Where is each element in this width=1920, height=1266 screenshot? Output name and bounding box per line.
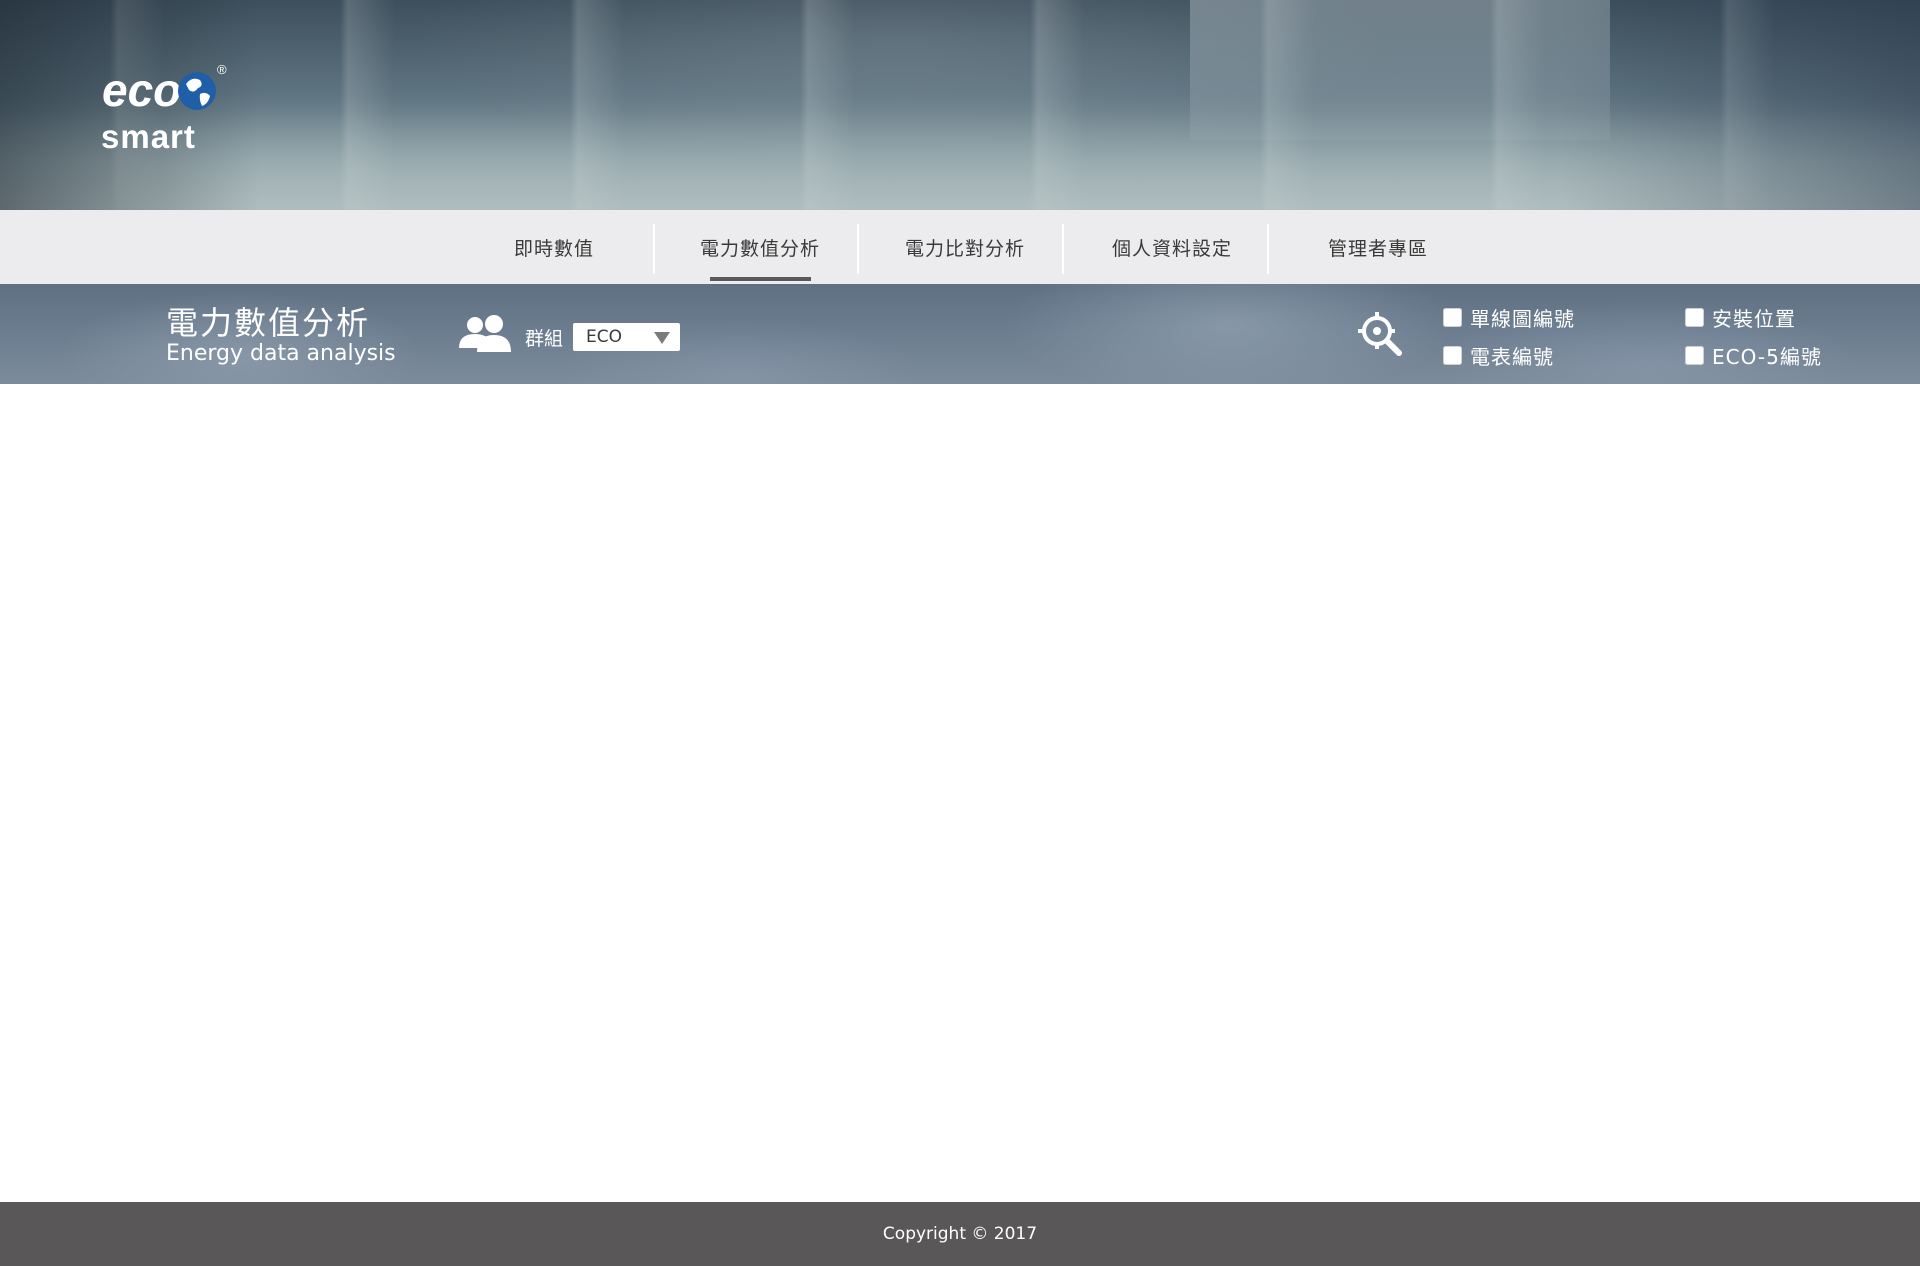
checkbox-box[interactable] — [1443, 308, 1462, 327]
checkbox-eco5-number[interactable]: ECO-5編號 — [1685, 341, 1822, 370]
nav-separator — [1267, 224, 1269, 274]
nav-item-label: 個人資料設定 — [1111, 237, 1232, 260]
checkbox-box[interactable] — [1685, 308, 1704, 327]
checkbox-label: 單線圖編號 — [1470, 307, 1575, 331]
nav-separator — [1062, 224, 1064, 274]
group-select-value: ECO — [586, 327, 622, 347]
nav-item-admin-area[interactable]: 管理者專區 — [1276, 210, 1480, 284]
eco-smart-logo[interactable]: eco ® smart — [100, 62, 230, 152]
svg-text:®: ® — [217, 62, 227, 77]
nav-item-realtime-values[interactable]: 即時數值 — [452, 210, 656, 284]
group-label: 群組 — [525, 328, 564, 350]
nav-item-profile-settings[interactable]: 個人資料設定 — [1070, 210, 1274, 284]
checkbox-meter-number[interactable]: 電表編號 — [1443, 341, 1554, 370]
checkbox-install-location[interactable]: 安裝位置 — [1685, 303, 1796, 332]
page-subtitle: Energy data analysis — [166, 341, 396, 366]
checkbox-box[interactable] — [1685, 346, 1704, 365]
page-title: 電力數值分析 — [166, 304, 371, 342]
copyright-text: Copyright © 2017 — [882, 1224, 1038, 1244]
nav-item-label: 電力數值分析 — [699, 237, 820, 260]
footer: Copyright © 2017 — [0, 1202, 1920, 1266]
nav-item-label: 管理者專區 — [1327, 237, 1428, 260]
nav-item-label: 電力比對分析 — [904, 237, 1025, 260]
users-icon — [459, 315, 511, 352]
group-select[interactable]: ECO — [573, 323, 680, 351]
nav-item-power-comparison[interactable]: 電力比對分析 — [863, 210, 1067, 284]
checkbox-box[interactable] — [1443, 346, 1462, 365]
nav-item-power-analysis[interactable]: 電力數值分析 — [658, 210, 862, 284]
locate-search-icon[interactable] — [1357, 311, 1403, 357]
nav-separator — [653, 224, 655, 274]
triangle-down-icon[interactable] — [654, 332, 670, 344]
nav-active-indicator — [710, 277, 811, 281]
checkbox-label: 電表編號 — [1470, 345, 1554, 369]
nav-item-label: 即時數值 — [513, 237, 594, 260]
hero-banner: eco ® smart — [0, 0, 1920, 210]
main-content-area — [0, 384, 1920, 1202]
nav-separator — [857, 224, 859, 274]
checkbox-label: ECO-5編號 — [1712, 345, 1822, 369]
svg-text:smart: smart — [101, 118, 196, 152]
hero-background-shade-right — [1560, 0, 1920, 210]
svg-text:eco: eco — [102, 64, 181, 116]
main-nav: 即時數值 電力數值分析 電力比對分析 個人資料設定 管理者專區 — [0, 210, 1920, 284]
checkbox-single-line-diagram-number[interactable]: 單線圖編號 — [1443, 303, 1575, 332]
checkbox-label: 安裝位置 — [1712, 307, 1796, 331]
